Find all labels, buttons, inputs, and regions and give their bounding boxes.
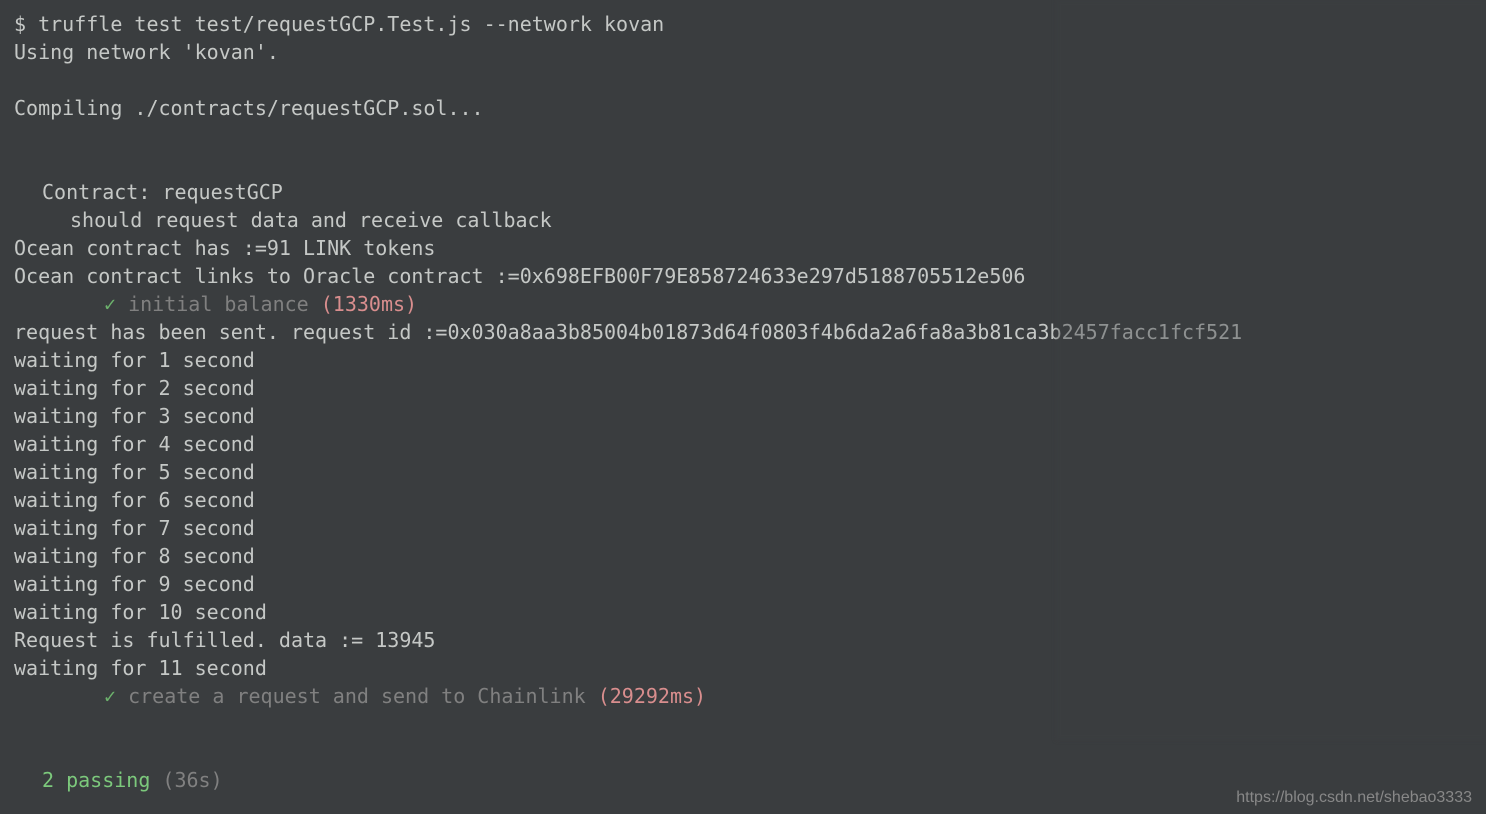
test-duration-2: (29292ms) (598, 684, 706, 708)
passing-time: (36s) (162, 768, 222, 792)
wait-line-5: waiting for 5 second (14, 458, 1472, 486)
terminal-output: $ truffle test test/requestGCP.Test.js -… (14, 10, 1472, 794)
checkmark-icon: ✓ (104, 292, 116, 316)
test-name-1: initial balance (128, 292, 309, 316)
checkmark-icon: ✓ (104, 684, 116, 708)
passing-count: 2 passing (42, 768, 150, 792)
test-name-2: create a request and send to Chainlink (128, 684, 586, 708)
wait-line-11: waiting for 11 second (14, 654, 1472, 682)
test-pass-2: ✓ create a request and send to Chainlink… (14, 682, 1472, 710)
watermark: https://blog.csdn.net/shebao3333 (1236, 787, 1472, 809)
wait-line-7: waiting for 7 second (14, 514, 1472, 542)
request-sent: request has been sent. request id :=0x03… (14, 318, 1472, 346)
test-pass-1: ✓ initial balance (1330ms) (14, 290, 1472, 318)
contract-header: Contract: requestGCP (14, 178, 1472, 206)
link-balance: Ocean contract has :=91 LINK tokens (14, 234, 1472, 262)
test-duration-1: (1330ms) (321, 292, 417, 316)
test-description: should request data and receive callback (14, 206, 1472, 234)
oracle-link: Ocean contract links to Oracle contract … (14, 262, 1472, 290)
wait-line-10: waiting for 10 second (14, 598, 1472, 626)
wait-line-1: waiting for 1 second (14, 346, 1472, 374)
fulfilled-line: Request is fulfilled. data := 13945 (14, 626, 1472, 654)
wait-line-2: waiting for 2 second (14, 374, 1472, 402)
wait-line-6: waiting for 6 second (14, 486, 1472, 514)
command-line: $ truffle test test/requestGCP.Test.js -… (14, 10, 1472, 38)
network-line: Using network 'kovan'. (14, 38, 1472, 66)
wait-line-8: waiting for 8 second (14, 542, 1472, 570)
wait-line-9: waiting for 9 second (14, 570, 1472, 598)
wait-line-3: waiting for 3 second (14, 402, 1472, 430)
compiling-line: Compiling ./contracts/requestGCP.sol... (14, 94, 1472, 122)
wait-line-4: waiting for 4 second (14, 430, 1472, 458)
